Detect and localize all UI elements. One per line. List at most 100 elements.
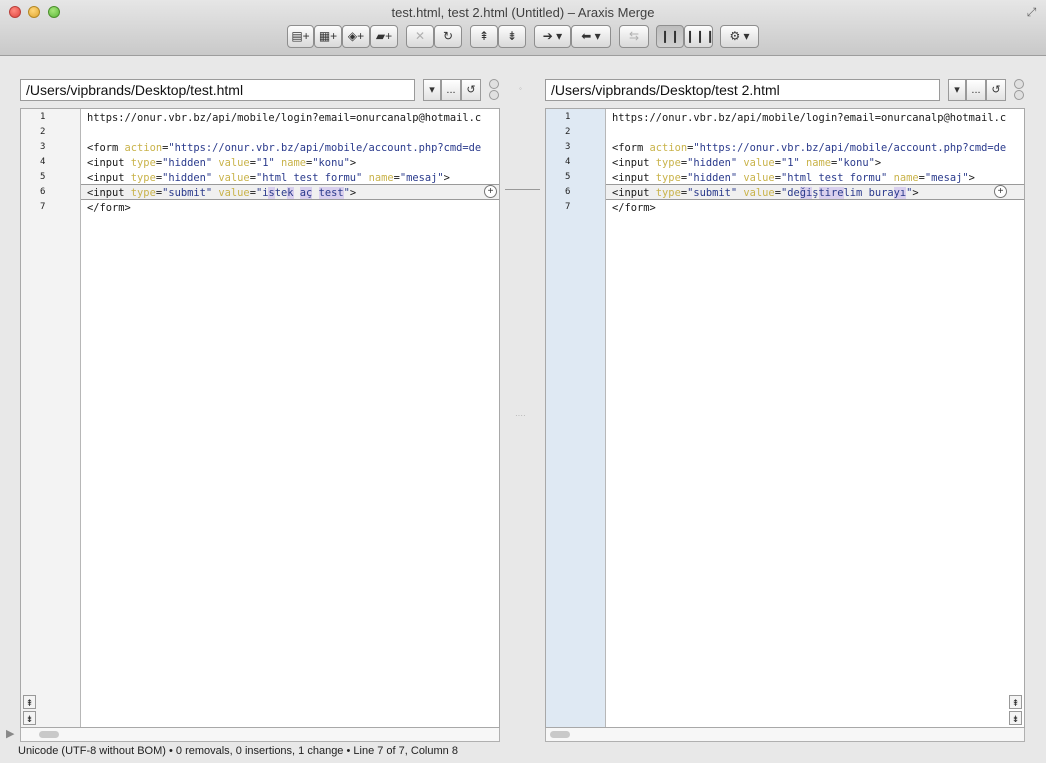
window-title: test.html, test 2.html (Untitled) – Arax… <box>391 5 655 20</box>
value-text: bura <box>868 187 894 199</box>
attr-text: type <box>130 187 156 199</box>
line-number: 1 <box>40 112 46 122</box>
value-text: "hidden" <box>162 157 213 169</box>
left-file-path[interactable]: /Users/vipbrands/Desktop/test.html <box>20 79 415 101</box>
left-path-dropdown-button[interactable]: ▾ <box>423 79 441 101</box>
new-folder-comparison-button[interactable]: ▰+ <box>370 25 398 48</box>
code-line-changed[interactable]: <input type="submit" value="istek aç tes… <box>87 187 356 199</box>
center-indicator-icon: ◦ <box>519 84 522 93</box>
code-text: > <box>912 187 919 199</box>
refresh-button[interactable]: ↻ <box>434 25 462 48</box>
previous-change-icon: ⇞ <box>478 29 490 43</box>
value-text: "hidden" <box>687 157 738 169</box>
value-text: "de <box>780 187 800 199</box>
new-binary-comparison-button[interactable]: ▦+ <box>314 25 342 48</box>
code-text: > <box>349 187 357 199</box>
code-line[interactable]: </form> <box>87 202 131 214</box>
code-line[interactable]: https://onur.vbr.bz/api/mobile/login?ema… <box>612 112 1006 124</box>
previous-change-button[interactable]: ⇞ <box>470 25 498 48</box>
two-way-view-button[interactable]: ❙❙ <box>656 25 684 48</box>
settings-button[interactable]: ⚙ ▾ <box>720 25 759 48</box>
value-text <box>312 187 318 199</box>
code-line[interactable]: https://onur.vbr.bz/api/mobile/login?ema… <box>87 112 481 124</box>
swap-files-button[interactable]: ⇆ <box>619 25 649 48</box>
value-text: "https://onur.vbr.bz/api/mobile/account.… <box>693 142 1007 154</box>
code-line[interactable]: <input type="hidden" value="1" name="kon… <box>87 157 356 169</box>
right-merge-change-button[interactable]: + <box>994 185 1007 198</box>
left-line-gutter <box>21 109 81 727</box>
code-line[interactable]: <input type="hidden" value="html test fo… <box>612 172 975 184</box>
left-browse-button[interactable]: ... <box>441 79 461 101</box>
attr-text: type <box>130 172 156 184</box>
code-line[interactable]: </form> <box>612 202 656 214</box>
title-bar: test.html, test 2.html (Untitled) – Arax… <box>0 0 1046 56</box>
value-text: "submit" <box>687 187 738 199</box>
code-line-changed[interactable]: <input type="submit" value="değiştirelim… <box>612 187 919 199</box>
merge-left-button[interactable]: ⬅ ▾ <box>571 25 611 48</box>
right-history-button[interactable]: ↺ <box>986 79 1006 101</box>
value-text: "konu" <box>837 157 875 169</box>
three-pane-icon: ❙❙❙ <box>685 29 716 43</box>
code-line[interactable]: <input type="hidden" value="1" name="kon… <box>612 157 881 169</box>
chevron-down-icon: ▾ <box>954 84 960 96</box>
value-text <box>294 187 300 199</box>
value-text: "i <box>255 187 269 199</box>
line-number: 7 <box>565 202 571 212</box>
close-comparison-button[interactable]: ✕ <box>406 25 434 48</box>
right-pane-down-button[interactable] <box>1014 90 1024 100</box>
code-line[interactable]: <form action="https://onur.vbr.bz/api/mo… <box>87 142 481 154</box>
attr-text: value <box>218 157 250 169</box>
left-horizontal-scrollbar[interactable] <box>20 728 500 742</box>
left-editor-pane[interactable]: 1 2 3 4 5 6 7 https://onur.vbr.bz/api/mo… <box>20 108 500 728</box>
gear-icon: ⚙ ▾ <box>729 29 750 43</box>
right-pane-up-button[interactable] <box>1014 79 1024 89</box>
change-link-line <box>505 189 540 190</box>
left-history-button[interactable]: ↺ <box>461 79 481 101</box>
value-text: "1" <box>255 157 275 169</box>
close-icon: ✕ <box>414 29 426 43</box>
splitter-grip-icon[interactable]: ···· <box>515 411 526 420</box>
left-merge-change-button[interactable]: + <box>484 185 497 198</box>
toolbar: ▤+ ▦+ ◈+ ▰+ ✕ ↻ ⇞ ⇟ ➔ ▾ ⬅ ▾ ⇆ ❙❙ ❙❙❙ ⚙ ▾ <box>0 25 1046 49</box>
changed-text: aç <box>299 187 313 199</box>
three-way-view-button[interactable]: ❙❙❙ <box>684 25 716 48</box>
swap-icon: ⇆ <box>628 29 640 43</box>
right-browse-button[interactable]: ... <box>966 79 986 101</box>
right-path-dropdown-button[interactable]: ▾ <box>948 79 966 101</box>
right-horizontal-scrollbar[interactable] <box>545 728 1025 742</box>
refresh-icon: ↻ <box>442 29 454 43</box>
scrollbar-thumb[interactable] <box>39 731 59 738</box>
last-change-arrow-icon[interactable]: ⇟ <box>23 711 36 725</box>
right-file-path[interactable]: /Users/vipbrands/Desktop/test 2.html <box>545 79 940 101</box>
next-change-button[interactable]: ⇟ <box>498 25 526 48</box>
last-change-arrow-icon[interactable]: ⇟ <box>1009 711 1022 725</box>
code-line[interactable]: <form action="https://onur.vbr.bz/api/mo… <box>612 142 1006 154</box>
scrollbar-thumb[interactable] <box>550 731 570 738</box>
value-text: "https://onur.vbr.bz/api/mobile/account.… <box>168 142 482 154</box>
merge-right-button[interactable]: ➔ ▾ <box>534 25 571 48</box>
attr-text: value <box>743 187 775 199</box>
line-number: 2 <box>40 127 46 137</box>
value-text: "1" <box>780 157 800 169</box>
left-pane-down-button[interactable] <box>489 90 499 100</box>
fullscreen-icon[interactable]: ⤢ <box>1025 6 1038 19</box>
new-file-comparison-button[interactable]: ▤+ <box>287 25 314 48</box>
right-editor-pane[interactable]: 1 2 3 4 5 6 7 https://onur.vbr.bz/api/mo… <box>545 108 1025 728</box>
new-image-comparison-button[interactable]: ◈+ <box>342 25 370 48</box>
value-text: "html test formu" <box>255 172 363 184</box>
value-text: "hidden" <box>162 172 213 184</box>
line-number: 3 <box>565 142 571 152</box>
attr-text: type <box>655 157 681 169</box>
attr-text: name <box>368 172 394 184</box>
disclosure-triangle-icon[interactable]: ▶ <box>6 727 14 740</box>
code-line[interactable]: <input type="hidden" value="html test fo… <box>87 172 450 184</box>
line-number: 4 <box>565 157 571 167</box>
first-change-arrow-icon[interactable]: ⇞ <box>1009 695 1022 709</box>
value-text: "mesaj" <box>924 172 969 184</box>
changed-text: ği <box>799 187 813 199</box>
next-change-icon: ⇟ <box>506 29 518 43</box>
first-change-arrow-icon[interactable]: ⇞ <box>23 695 36 709</box>
code-text: <input <box>612 187 656 199</box>
new-image-icon: ◈+ <box>347 29 365 43</box>
left-pane-up-button[interactable] <box>489 79 499 89</box>
